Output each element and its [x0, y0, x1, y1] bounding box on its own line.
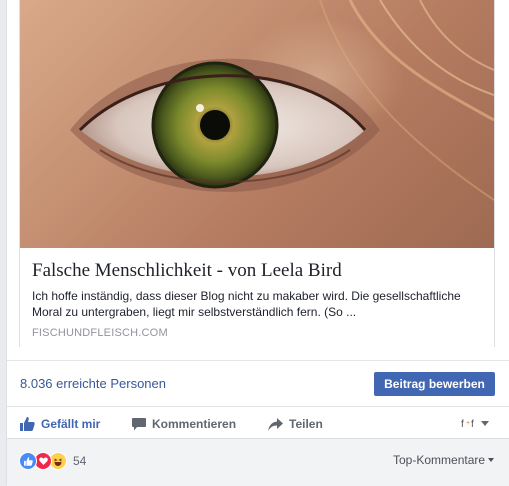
reaction-summary[interactable]: 54 — [19, 452, 86, 470]
reach-link[interactable]: 8.036 erreichte Personen — [20, 376, 166, 391]
comment-sort-dropdown[interactable]: Top-Kommentare — [393, 453, 495, 467]
svg-text:f: f — [471, 419, 474, 429]
chevron-down-icon — [488, 458, 495, 462]
post-container: Falsche Menschlichkeit - von Leela Bird … — [6, 0, 509, 486]
comment-label: Kommentieren — [152, 417, 237, 431]
reaction-count: 54 — [73, 454, 87, 468]
like-label: Gefällt mir — [41, 417, 101, 431]
sort-label: Top-Kommentare — [393, 453, 486, 467]
reach-bar: 8.036 erreichte Personen Beitrag bewerbe… — [7, 360, 509, 407]
chevron-down-icon — [481, 420, 489, 426]
thumbs-up-icon — [20, 417, 35, 431]
share-icon — [268, 417, 283, 431]
svg-text:f: f — [461, 419, 464, 429]
page-avatar-icon: f + f — [461, 419, 474, 429]
like-reaction-icon — [19, 452, 37, 470]
post-as-selector[interactable]: f + f — [461, 415, 489, 431]
action-bar: Gefällt mir Kommentieren Teilen f + f — [7, 406, 509, 439]
link-preview-body[interactable]: Falsche Menschlichkeit - von Leela Bird … — [20, 248, 494, 347]
boost-post-button[interactable]: Beitrag bewerben — [374, 372, 495, 396]
svg-text:+: + — [466, 420, 470, 427]
comment-button[interactable]: Kommentieren — [132, 415, 236, 433]
link-preview-card[interactable]: Falsche Menschlichkeit - von Leela Bird … — [19, 0, 495, 347]
reactions-bar: 54 Top-Kommentare — [7, 438, 509, 486]
share-label: Teilen — [289, 417, 323, 431]
eye-image — [70, 0, 494, 201]
like-button[interactable]: Gefällt mir — [20, 415, 100, 433]
link-description: Ich hoffe inständig, dass dieser Blog ni… — [32, 289, 461, 319]
link-preview-image[interactable] — [20, 0, 494, 248]
share-button[interactable]: Teilen — [268, 415, 323, 433]
link-title[interactable]: Falsche Menschlichkeit - von Leela Bird — [32, 260, 482, 282]
comment-icon — [132, 417, 146, 430]
link-domain: FISCHUNDFLEISCH.COM — [32, 327, 168, 339]
